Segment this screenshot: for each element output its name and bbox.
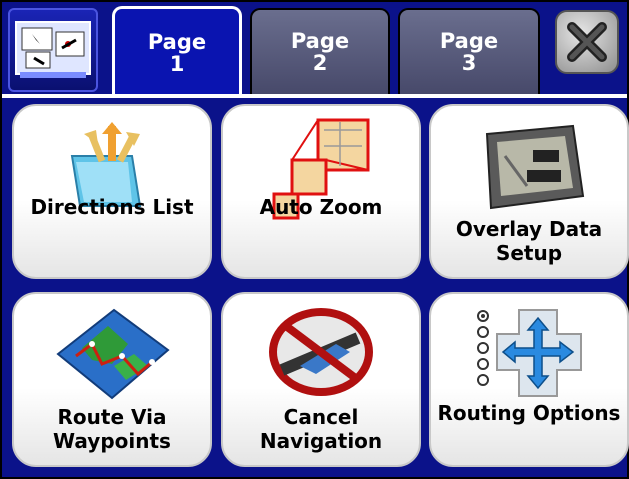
routing-options-button[interactable]: Routing Options [429, 292, 629, 467]
header-bar: Page 1 Page 2 Page 3 [2, 2, 627, 96]
routing-options-icon [477, 309, 582, 397]
auto-zoom-button[interactable]: Auto Zoom [221, 104, 421, 279]
close-button[interactable] [555, 10, 619, 74]
tile-label: Routing Options [437, 401, 621, 425]
tile-label: Directions List [30, 195, 194, 219]
cancel-navigation-icon [269, 308, 373, 396]
cancel-navigation-button[interactable]: Cancel Navigation [221, 292, 421, 467]
app-window: Page 1 Page 2 Page 3 Directions List Aut… [0, 0, 629, 479]
tab-page-1[interactable]: Page 1 [112, 6, 242, 96]
header-divider [2, 94, 627, 98]
tile-label: Auto Zoom [259, 195, 383, 219]
close-icon [567, 22, 607, 62]
gps-device-icon [485, 124, 585, 210]
tile-label: Cancel Navigation [259, 405, 383, 453]
tile-label: Overlay Data Setup [455, 217, 603, 265]
tab-page-2[interactable]: Page 2 [250, 8, 390, 94]
route-via-waypoints-button[interactable]: Route Via Waypoints [12, 292, 212, 467]
tab-page-3[interactable]: Page 3 [398, 8, 540, 94]
directions-list-button[interactable]: Directions List [12, 104, 212, 279]
waypoint-map-icon [56, 308, 170, 400]
tile-label: Route Via Waypoints [53, 405, 171, 453]
overlay-data-setup-button[interactable]: Overlay Data Setup [429, 104, 629, 279]
app-logo-icon[interactable] [8, 8, 98, 92]
